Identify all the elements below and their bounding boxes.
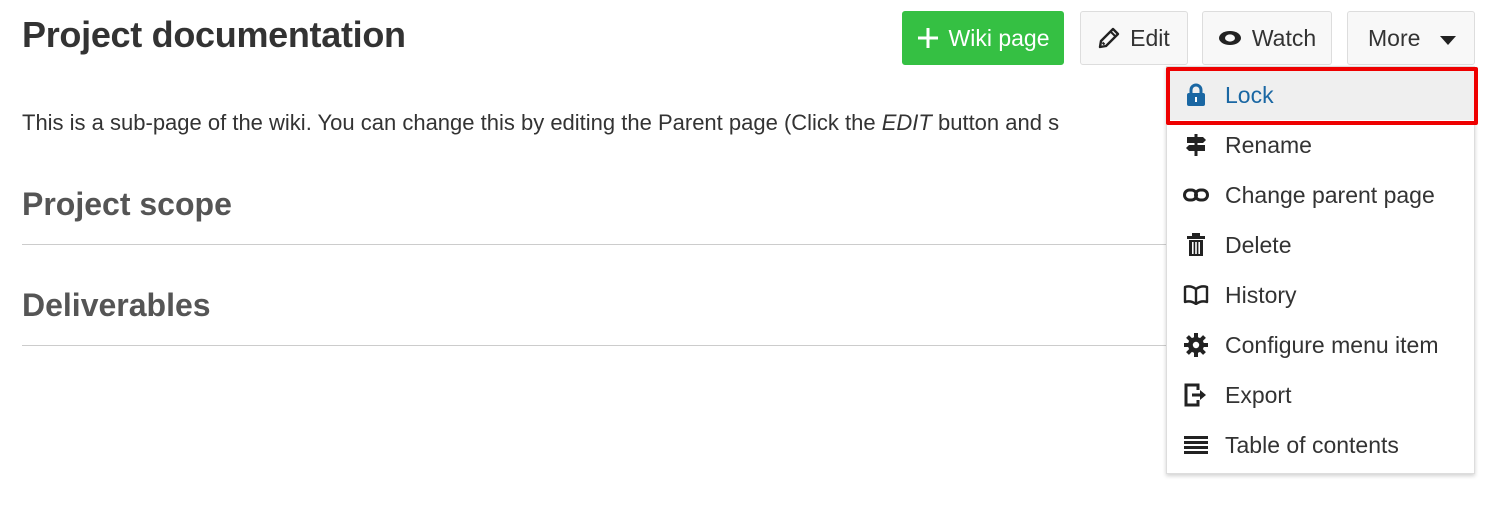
menu-item-history[interactable]: History	[1167, 270, 1474, 320]
more-dropdown-button[interactable]: More	[1347, 11, 1475, 65]
menu-item-table-of-contents[interactable]: Table of contents	[1167, 420, 1474, 470]
plus-icon	[917, 27, 939, 49]
menu-item-label: Table of contents	[1225, 431, 1399, 458]
eye-icon	[1218, 30, 1242, 46]
intro-text-after: button and s	[931, 110, 1060, 135]
edit-button[interactable]: Edit	[1080, 11, 1188, 65]
watch-label: Watch	[1251, 24, 1317, 51]
list-icon	[1183, 432, 1209, 458]
edit-label: Edit	[1130, 24, 1170, 51]
menu-item-label: History	[1225, 281, 1297, 308]
menu-item-label: Delete	[1225, 231, 1292, 258]
book-icon	[1183, 282, 1209, 308]
watch-button[interactable]: Watch	[1202, 11, 1332, 65]
add-wiki-page-button[interactable]: Wiki page	[902, 11, 1064, 65]
section-divider	[22, 244, 1172, 245]
menu-item-delete[interactable]: Delete	[1167, 220, 1474, 270]
section-heading-project-scope: Project scope	[22, 186, 232, 222]
menu-item-label: Rename	[1225, 131, 1312, 158]
intro-text-before: This is a sub-page of the wiki. You can …	[22, 110, 882, 135]
caret-down-icon	[1440, 36, 1456, 45]
more-dropdown-menu: Lock Rename Change parent page Delete Hi…	[1166, 66, 1475, 474]
menu-item-export[interactable]: Export	[1167, 370, 1474, 420]
intro-emphasis: EDIT	[881, 110, 932, 135]
menu-item-rename[interactable]: Rename	[1167, 120, 1474, 170]
pencil-icon	[1098, 27, 1120, 49]
menu-item-configure-menu-item[interactable]: Configure menu item	[1167, 320, 1474, 370]
add-wiki-page-label: Wiki page	[948, 24, 1050, 51]
menu-item-label: Export	[1225, 381, 1292, 408]
lock-icon	[1183, 82, 1209, 108]
menu-item-label: Lock	[1225, 81, 1274, 108]
section-heading-deliverables: Deliverables	[22, 287, 211, 323]
menu-item-lock[interactable]: Lock	[1167, 70, 1474, 120]
export-icon	[1183, 382, 1209, 408]
link-icon	[1183, 182, 1209, 208]
gear-icon	[1183, 332, 1209, 358]
menu-item-change-parent-page[interactable]: Change parent page	[1167, 170, 1474, 220]
menu-item-label: Configure menu item	[1225, 331, 1439, 358]
more-label: More	[1368, 24, 1421, 51]
signpost-icon	[1183, 132, 1209, 158]
page-title: Project documentation	[22, 14, 406, 55]
intro-paragraph: This is a sub-page of the wiki. You can …	[22, 110, 1167, 136]
menu-item-label: Change parent page	[1225, 181, 1435, 208]
trash-icon	[1183, 232, 1209, 258]
section-divider	[22, 345, 1172, 346]
